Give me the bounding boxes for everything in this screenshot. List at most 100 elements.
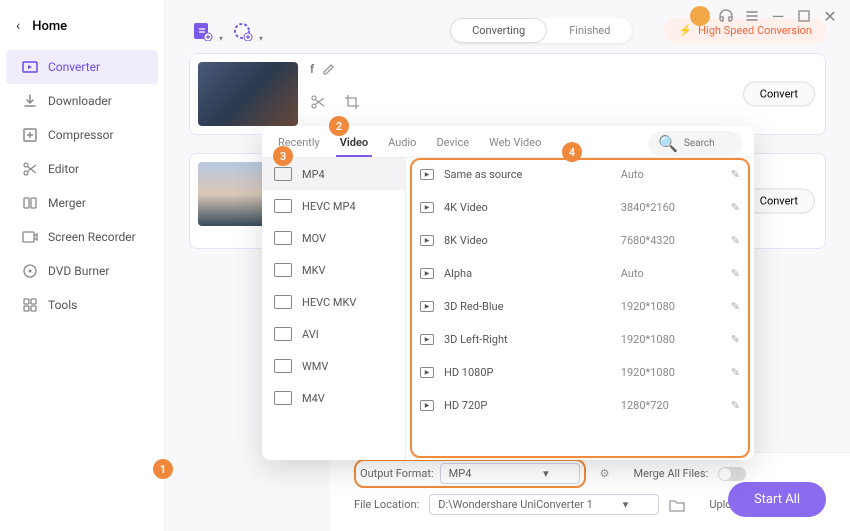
search-input[interactable]	[684, 138, 744, 149]
output-format-label: Output Format:	[360, 467, 434, 480]
menu-icon[interactable]	[742, 6, 762, 26]
res-row-1080p[interactable]: ▶HD 1080P1920*1080✎	[406, 356, 754, 389]
close-button[interactable]: ✕	[820, 6, 840, 26]
merge-toggle[interactable]	[718, 467, 746, 481]
video-icon: ▶	[420, 400, 434, 411]
sidebar-label: Converter	[48, 60, 100, 74]
tab-finished[interactable]: Finished	[547, 18, 632, 43]
maximize-button[interactable]	[794, 6, 814, 26]
video-icon: ▶	[420, 268, 434, 279]
start-all-button[interactable]: Start All	[728, 482, 826, 517]
res-row-source[interactable]: ▶Same as sourceAuto✎	[406, 158, 754, 191]
format-icon	[274, 167, 292, 181]
sidebar-label: Editor	[48, 162, 79, 176]
video-icon: ▶	[420, 235, 434, 246]
folder-icon[interactable]	[669, 498, 685, 512]
sidebar-item-compressor[interactable]: Compressor	[6, 118, 158, 152]
back-icon: ‹	[16, 18, 20, 34]
sidebar-item-editor[interactable]: Editor	[6, 152, 158, 186]
sidebar-label: Compressor	[48, 128, 114, 142]
annotation-badge-1: 1	[153, 459, 173, 479]
minimize-button[interactable]: —	[768, 6, 788, 26]
video-icon: ▶	[420, 367, 434, 378]
res-row-alpha[interactable]: ▶AlphaAuto✎	[406, 257, 754, 290]
sidebar-item-recorder[interactable]: Screen Recorder	[6, 220, 158, 254]
format-search[interactable]: 🔍	[648, 131, 742, 156]
format-wmv[interactable]: WMV	[262, 350, 405, 382]
trim-icon[interactable]	[310, 94, 326, 110]
avatar[interactable]	[690, 6, 710, 26]
edit-icon[interactable]: ✎	[731, 300, 740, 313]
compress-icon	[22, 127, 38, 143]
format-list: MP4 HEVC MP4 MOV MKV HEVC MKV AVI WMV M4…	[262, 158, 406, 460]
sidebar-item-tools[interactable]: Tools	[6, 288, 158, 322]
res-row-8k[interactable]: ▶8K Video7680*4320✎	[406, 224, 754, 257]
sidebar-label: Screen Recorder	[48, 230, 136, 244]
file-location-label: File Location:	[354, 498, 419, 511]
edit-icon[interactable]: ✎	[731, 168, 740, 181]
convert-button[interactable]: Convert	[743, 82, 815, 107]
res-row-4k[interactable]: ▶4K Video3840*2160✎	[406, 191, 754, 224]
sidebar-item-downloader[interactable]: Downloader	[6, 84, 158, 118]
crop-icon[interactable]	[344, 94, 360, 110]
sidebar-item-dvd[interactable]: DVD Burner	[6, 254, 158, 288]
tab-audio[interactable]: Audio	[384, 130, 420, 157]
format-mkv[interactable]: MKV	[262, 254, 405, 286]
edit-icon[interactable]: ✎	[731, 399, 740, 412]
video-icon: ▶	[420, 202, 434, 213]
format-m4v[interactable]: M4V	[262, 382, 405, 414]
format-icon	[274, 263, 292, 277]
thumbnail[interactable]	[198, 62, 298, 126]
annotation-badge-3: 3	[273, 146, 293, 166]
merge-label: Merge All Files:	[634, 467, 709, 480]
converter-icon	[22, 59, 38, 75]
file-location-select[interactable]: D:\Wondershare UniConverter 1▾	[429, 494, 659, 515]
format-avi[interactable]: AVI	[262, 318, 405, 350]
res-row-3d-lr[interactable]: ▶3D Left-Right1920*1080✎	[406, 323, 754, 356]
sidebar-item-converter[interactable]: Converter	[6, 50, 158, 84]
video-icon: ▶	[420, 169, 434, 180]
format-icon	[274, 391, 292, 405]
grid-icon	[22, 297, 38, 313]
support-icon[interactable]	[716, 6, 736, 26]
edit-icon[interactable]: ✎	[731, 267, 740, 280]
res-row-720p[interactable]: ▶HD 720P1280*720✎	[406, 389, 754, 422]
format-icon	[274, 231, 292, 245]
add-url-button[interactable]: ▾	[229, 19, 257, 43]
video-icon: ▶	[420, 301, 434, 312]
chevron-down-icon: ▾	[543, 467, 549, 480]
annotation-badge-2: 2	[329, 116, 349, 136]
edit-icon[interactable]: ✎	[731, 366, 740, 379]
video-icon: ▶	[420, 334, 434, 345]
merge-icon	[22, 195, 38, 211]
tab-web[interactable]: Web Video	[485, 130, 545, 157]
sidebar-item-merger[interactable]: Merger	[6, 186, 158, 220]
format-popout: Recently Video Audio Device Web Video 🔍 …	[262, 126, 754, 460]
add-file-button[interactable]: ▾	[189, 19, 217, 43]
sidebar-label: Merger	[48, 196, 86, 210]
res-row-3d-rb[interactable]: ▶3D Red-Blue1920*1080✎	[406, 290, 754, 323]
edit-icon[interactable]: ✎	[731, 201, 740, 214]
settings-icon[interactable]: ⚙	[600, 467, 610, 480]
file-card: f Convert	[189, 53, 826, 135]
format-icon	[274, 199, 292, 213]
format-mov[interactable]: MOV	[262, 222, 405, 254]
output-format-select[interactable]: MP4▾	[440, 463, 580, 484]
home-label: Home	[32, 19, 67, 34]
tab-device[interactable]: Device	[432, 130, 473, 157]
sidebar-label: Tools	[48, 298, 77, 312]
tab-converting[interactable]: Converting	[450, 18, 547, 43]
sidebar-label: Downloader	[48, 94, 112, 108]
annotation-badge-4: 4	[562, 142, 582, 162]
edit-icon[interactable]: ✎	[731, 234, 740, 247]
home-nav[interactable]: ‹ Home	[0, 10, 164, 42]
record-icon	[22, 229, 38, 245]
format-hevc-mkv[interactable]: HEVC MKV	[262, 286, 405, 318]
file-title: f	[310, 62, 314, 76]
edit-title-icon[interactable]	[322, 62, 336, 76]
scissors-icon	[22, 161, 38, 177]
resolution-panel: ▶Same as sourceAuto✎ ▶4K Video3840*2160✎…	[406, 158, 754, 460]
sidebar-label: DVD Burner	[48, 264, 109, 278]
format-hevc-mp4[interactable]: HEVC MP4	[262, 190, 405, 222]
edit-icon[interactable]: ✎	[731, 333, 740, 346]
